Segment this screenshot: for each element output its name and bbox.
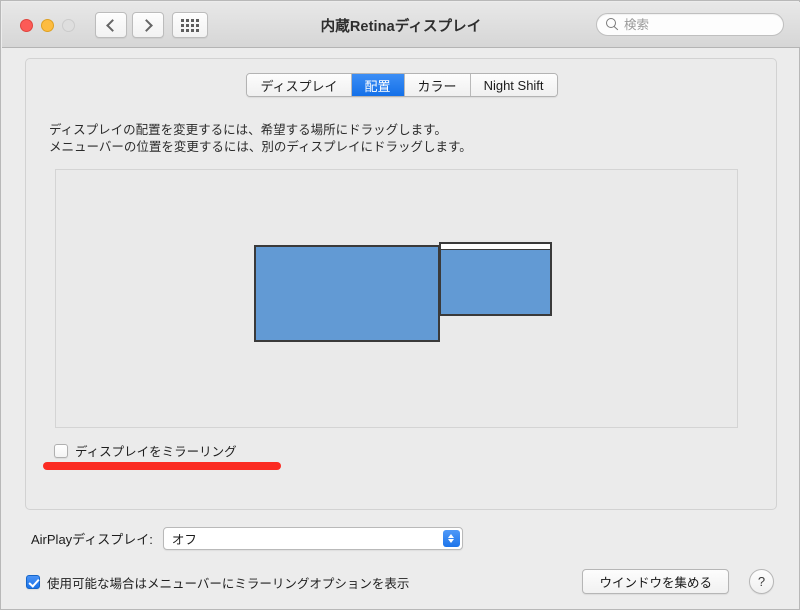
gather-windows-button[interactable]: ウインドウを集める — [582, 569, 729, 594]
system-preferences-window: 内蔵Retinaディスプレイ ディスプレイ 配置 カラー Night Shift… — [0, 0, 800, 610]
tab-night-shift[interactable]: Night Shift — [470, 74, 557, 96]
window-title-text: 内蔵Retinaディスプレイ — [320, 18, 482, 35]
content-panel: ディスプレイ 配置 カラー Night Shift ディスプレイの配置を変更する… — [25, 58, 777, 510]
mirror-displays-checkbox[interactable] — [54, 443, 68, 458]
search-field[interactable] — [596, 13, 784, 36]
show-mirroring-options-label: 使用可能な場合はメニューバーにミラーリングオプションを表示 — [47, 576, 410, 591]
help-button[interactable]: ? — [749, 569, 774, 594]
mirror-displays-label: ディスプレイをミラーリング — [75, 445, 237, 459]
menu-bar-strip[interactable] — [441, 244, 550, 250]
airplay-display-value: オフ — [171, 533, 197, 547]
tab-color[interactable]: カラー — [404, 74, 471, 96]
airplay-display-row: AirPlayディスプレイ: オフ — [31, 527, 463, 550]
chevron-updown-icon[interactable] — [442, 530, 460, 547]
show-mirroring-options-checkbox[interactable] — [26, 575, 40, 589]
instruction-line-1: ディスプレイの配置を変更するには、希望する場所にドラッグします。 — [49, 123, 447, 137]
display-arrangement-canvas[interactable] — [55, 169, 738, 428]
secondary-display-tile[interactable] — [439, 242, 552, 316]
tab-group: ディスプレイ 配置 カラー Night Shift — [246, 73, 558, 97]
instruction-text: ディスプレイの配置を変更するには、希望する場所にドラッグします。 メニューバーの… — [49, 122, 472, 156]
search-input[interactable] — [624, 17, 772, 32]
airplay-display-select[interactable]: オフ — [162, 527, 463, 550]
search-icon — [606, 18, 619, 31]
airplay-display-label: AirPlayディスプレイ: — [31, 532, 153, 547]
primary-display-tile[interactable] — [254, 245, 440, 342]
red-highlight-annotation — [43, 462, 281, 470]
tab-bar: ディスプレイ 配置 カラー Night Shift — [26, 73, 778, 97]
tab-arrangement[interactable]: 配置 — [351, 74, 405, 96]
instruction-line-2: メニューバーの位置を変更するには、別のディスプレイにドラッグします。 — [49, 140, 472, 154]
chevron-up-icon — [448, 533, 455, 538]
bottom-bar: 使用可能な場合はメニューバーにミラーリングオプションを表示 ウインドウを集める … — [26, 569, 778, 595]
tab-display[interactable]: ディスプレイ — [247, 74, 352, 96]
mirror-displays-row[interactable]: ディスプレイをミラーリング — [54, 441, 237, 460]
window-titlebar: 内蔵Retinaディスプレイ — [2, 2, 800, 48]
chevron-down-icon — [448, 539, 455, 544]
